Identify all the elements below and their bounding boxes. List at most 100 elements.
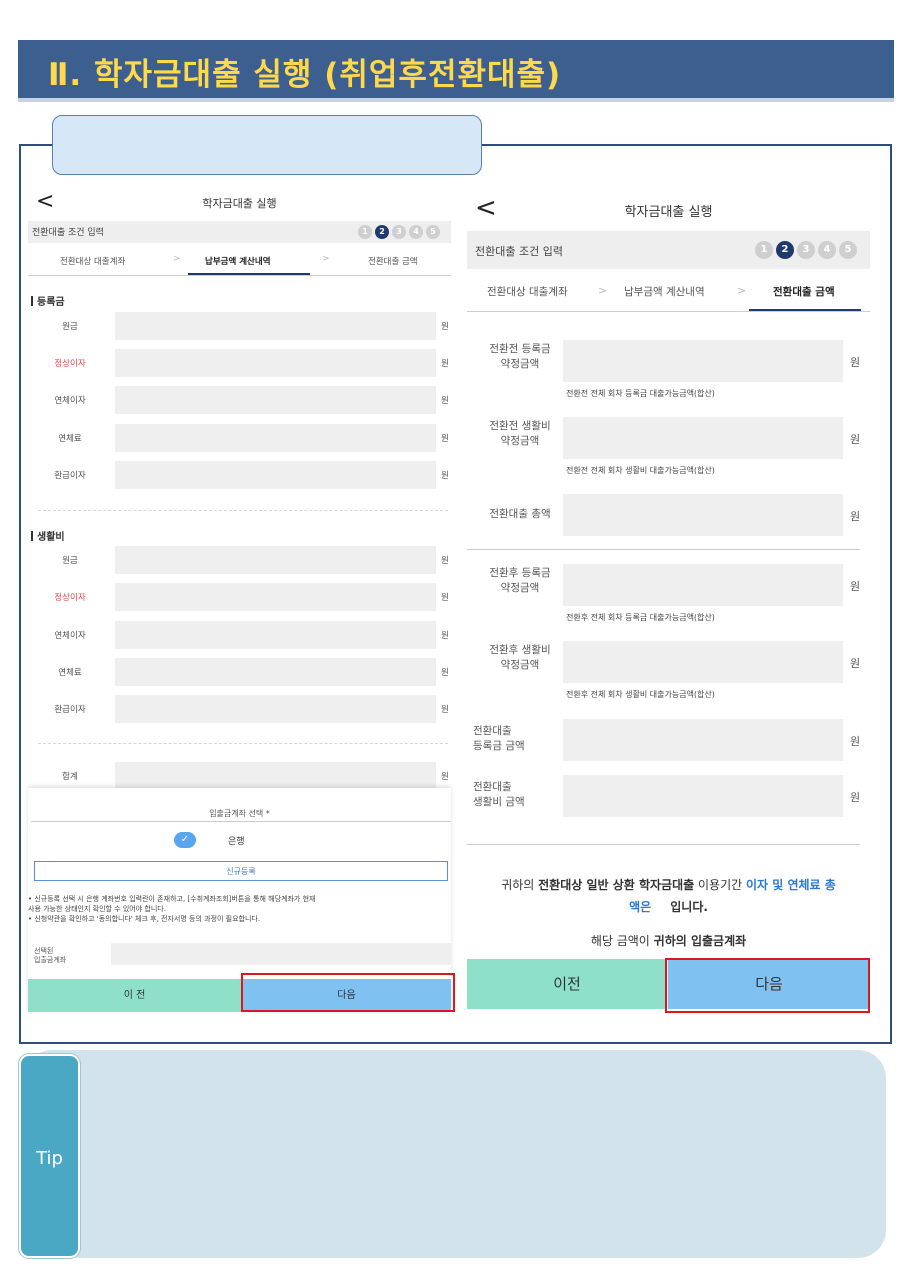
caption-tab — [52, 115, 482, 175]
tab-target-account[interactable]: 전환대상 대출계좌 — [60, 255, 125, 267]
unit-label: 원 — [441, 556, 449, 566]
unit-label: 원 — [850, 433, 861, 446]
field-label: 연체이자 — [54, 631, 86, 641]
living-refund-interest-field[interactable] — [115, 695, 436, 723]
check-icon[interactable]: ✓ — [174, 832, 196, 848]
account-message: 해당 금액이 귀하의 입출금계좌 — [467, 931, 870, 951]
field-label: 연체료 — [58, 668, 82, 678]
field-label: 연체료 — [58, 434, 82, 444]
section-tuition: 등록금 — [31, 293, 65, 308]
living-late-fee-row: 연체료 원 — [28, 658, 451, 686]
tuition-interest-row: 정상이자 원 — [28, 349, 451, 377]
row-subtext: 전환전 전체 회차 등록금 대출가능금액(합산) — [566, 389, 715, 398]
prev-button[interactable]: 이 전 — [28, 979, 241, 1012]
step-dot: 5 — [426, 225, 440, 239]
step-dot-active: 2 — [375, 225, 389, 239]
step-dot: 4 — [409, 225, 423, 239]
field-label: 환급이자 — [54, 705, 86, 715]
section-living: 생활비 — [31, 528, 65, 543]
total-field[interactable] — [115, 762, 436, 790]
pre-tuition-field[interactable] — [563, 340, 843, 382]
unit-label: 원 — [850, 356, 861, 369]
right-step-bar: 전환대출 조건 입력 1 2 3 4 5 — [467, 231, 870, 269]
notice-line: • 신규등록 선택 시 은행 계좌번호 입력란이 존재하고, [수취계좌조회]버… — [28, 895, 316, 903]
living-refund-interest-row: 환급이자 원 — [28, 695, 451, 723]
msg-part: 이용기간 — [694, 878, 746, 892]
living-principal-field[interactable] — [115, 546, 436, 574]
step-dot: 1 — [358, 225, 372, 239]
tuition-principal-field[interactable] — [115, 312, 436, 340]
pre-living-field[interactable] — [563, 417, 843, 459]
living-overdue-interest-field[interactable] — [115, 621, 436, 649]
label-part: 전환후 등록금 — [489, 567, 551, 579]
step-label: 전환대출 조건 입력 — [475, 245, 563, 258]
active-tab-underline — [749, 309, 861, 311]
tuition-interest-field[interactable] — [115, 349, 436, 377]
label-part: 약정금액 — [500, 582, 540, 594]
sheet-title: 입출금계좌 선택 * — [209, 809, 270, 818]
label-part: 등록금 금액 — [473, 740, 525, 752]
label-part: 약정금액 — [500, 659, 540, 671]
tab-separator: > — [737, 284, 747, 297]
row-subtext: 전환후 전체 회차 등록금 대출가능금액(합산) — [566, 613, 715, 622]
living-late-fee-field[interactable] — [115, 658, 436, 686]
label-part: 약정금액 — [500, 435, 540, 447]
step-label: 전환대출 조건 입력 — [32, 228, 104, 238]
msg-part: 전환대상 일반 상환 학자금대출 — [538, 878, 695, 892]
tab-payment-calc[interactable]: 납부금액 계산내역 — [624, 284, 705, 299]
total-row: 합계 원 — [28, 762, 451, 790]
notice-line: • 신청약관을 확인하고 '동의합니다' 체크 후, 전자서명 등의 과정이 필… — [28, 915, 261, 923]
label-part: 전환대출 — [473, 781, 512, 793]
living-interest-field[interactable] — [115, 583, 436, 611]
unit-label: 원 — [850, 735, 861, 748]
divider — [467, 549, 860, 550]
unit-label: 원 — [441, 631, 449, 641]
tuition-overdue-interest-field[interactable] — [115, 386, 436, 414]
unit-label: 원 — [441, 359, 449, 369]
conversion-living-field[interactable] — [563, 775, 843, 817]
label-part: 생활비 금액 — [473, 796, 525, 808]
tuition-late-fee-field[interactable] — [115, 424, 436, 452]
label-part: 전환대출 — [473, 725, 512, 737]
tab-conversion-amount[interactable]: 전환대출 금액 — [368, 255, 418, 267]
row-label: 전환대출생활비 금액 — [473, 780, 559, 810]
row-label: 전환대출 총액 — [489, 508, 551, 520]
field-label: 환급이자 — [54, 471, 86, 481]
tuition-late-fee-row: 연체료 원 — [28, 424, 451, 452]
right-screen-title: 학자금대출 실행 — [624, 205, 713, 220]
unit-label: 원 — [441, 322, 449, 332]
total-conversion-field[interactable] — [563, 494, 843, 536]
left-screen: < 학자금대출 실행 전환대출 조건 입력 1 2 3 4 5 전환대상 대출계… — [28, 185, 451, 1013]
post-living-field[interactable] — [563, 641, 843, 683]
active-tab-underline — [188, 273, 310, 275]
unit-label: 원 — [441, 668, 449, 678]
living-interest-row: 정상이자 원 — [28, 583, 451, 611]
tuition-refund-interest-field[interactable] — [115, 461, 436, 489]
tab-payment-calc[interactable]: 납부금액 계산내역 — [205, 255, 271, 267]
step-indicator: 1 2 3 4 5 — [358, 225, 440, 239]
step-dot: 3 — [392, 225, 406, 239]
left-header: < 학자금대출 실행 — [28, 185, 451, 221]
living-overdue-interest-row: 연체이자 원 — [28, 621, 451, 649]
conversion-tuition-field[interactable] — [563, 719, 843, 761]
notice-line: 사용 가능한 상태인지 확인할 수 있어야 합니다. — [28, 905, 166, 913]
row-subtext: 전환후 전체 회차 생활비 대출가능금액(합산) — [566, 690, 715, 699]
highlight-box — [241, 973, 455, 1012]
unit-label: 원 — [441, 593, 449, 603]
post-tuition-field[interactable] — [563, 564, 843, 606]
step-dot: 1 — [755, 241, 773, 259]
selected-account-label: 선택된 입출금계좌 — [34, 947, 66, 965]
tuition-principal-row: 원금 원 — [28, 312, 451, 340]
tab-separator: > — [173, 254, 181, 264]
label-part: 입출금계좌 — [34, 956, 67, 964]
prev-button[interactable]: 이전 — [467, 959, 667, 1009]
tab-conversion-amount[interactable]: 전환대출 금액 — [773, 284, 835, 299]
title-banner: Ⅱ. 학자금대출 실행 (취업후전환대출) — [18, 40, 894, 98]
new-register-button[interactable]: 신규등록 — [34, 861, 448, 881]
label-part: 전환후 생활비 — [489, 644, 551, 656]
field-label: 원금 — [62, 556, 78, 566]
tab-target-account[interactable]: 전환대상 대출계좌 — [487, 284, 568, 299]
selected-account-field[interactable] — [111, 943, 451, 965]
left-screen-title: 학자금대출 실행 — [202, 197, 277, 210]
tuition-refund-interest-row: 환급이자 원 — [28, 461, 451, 489]
